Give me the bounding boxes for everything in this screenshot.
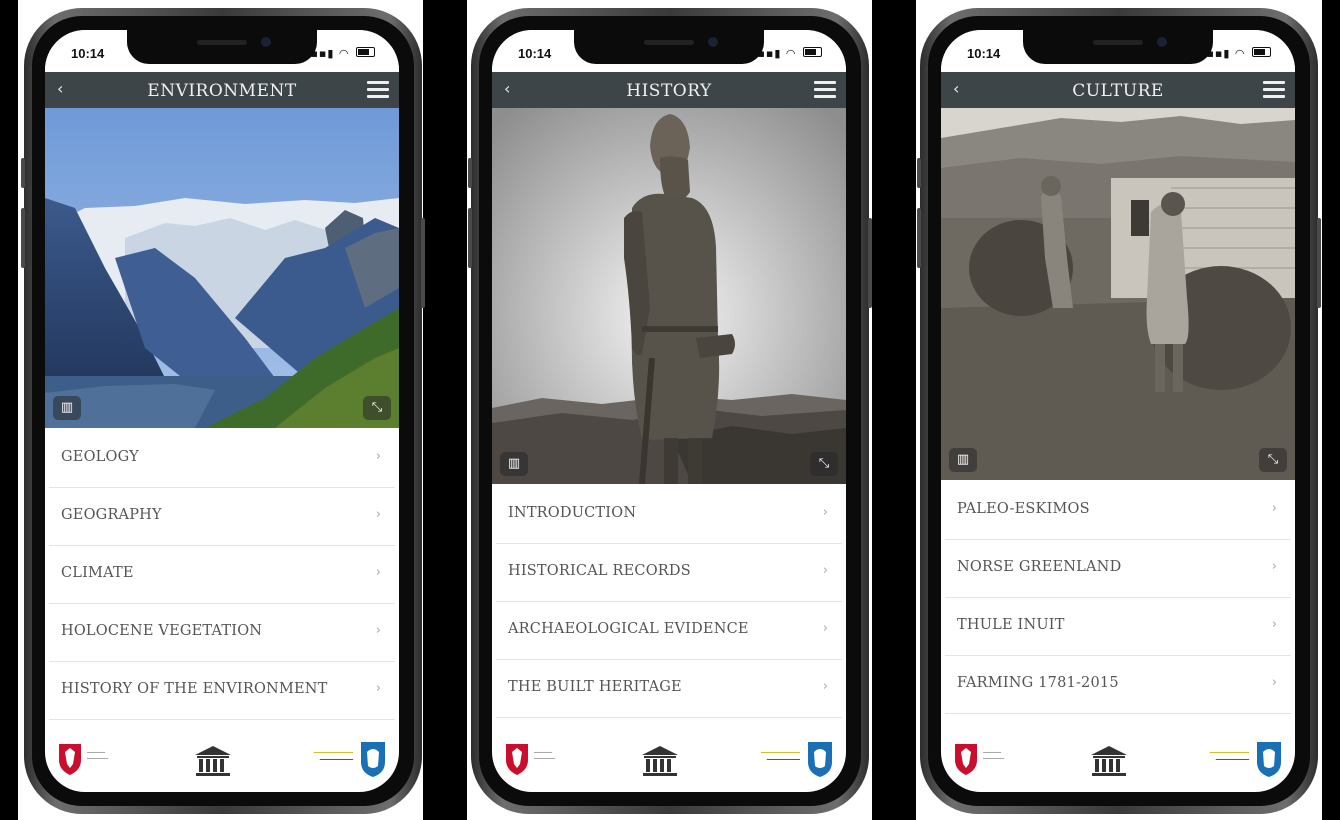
- sponsor-footer: ━━━━━━ ━━━━━━━ ━━━━━━━━━━━━━ ━━━━━━━━━━━: [45, 736, 399, 786]
- nav-bar: ‹ ENVIRONMENT: [45, 72, 399, 108]
- expand-icon[interactable]: ⤡: [1259, 448, 1287, 472]
- nav-bar: ‹ CULTURE: [941, 72, 1295, 108]
- university-shield-logo: [59, 744, 81, 775]
- status-time: 10:14: [967, 46, 1001, 61]
- map-book-icon[interactable]: ▥: [500, 452, 528, 476]
- chevron-right-icon: ›: [375, 449, 381, 464]
- menu-item-paleo-eskimos[interactable]: PALEO-ESKIMOS ›: [945, 482, 1291, 540]
- screen: 10:14 ▪▪▮ ◠ ‹ CULTURE ▥ ⤡ PALEO-ESKIMOS …: [941, 30, 1295, 792]
- status-time: 10:14: [71, 46, 105, 61]
- chevron-right-icon: ›: [1271, 559, 1277, 574]
- menu-item-archaeological-evidence[interactable]: ARCHAEOLOGICAL EVIDENCE ›: [496, 602, 842, 660]
- government-greenland-logo: [1257, 742, 1281, 777]
- menu-list: INTRODUCTION › HISTORICAL RECORDS › ARCHAE…: [492, 486, 846, 718]
- page-title: ENVIRONMENT: [147, 81, 297, 101]
- unesco-logo: [642, 746, 678, 776]
- chevron-right-icon: ›: [375, 565, 381, 580]
- expand-icon[interactable]: ⤡: [810, 452, 838, 476]
- menu-item-climate[interactable]: CLIMATE ›: [49, 546, 395, 604]
- chevron-right-icon: ›: [1271, 617, 1277, 632]
- menu-list: PALEO-ESKIMOS › NORSE GREENLAND › THULE IN…: [941, 482, 1295, 714]
- fjord-landscape-image: [45, 108, 399, 428]
- screen: 10:14 ▪▪▮ ◠ ‹ ENVIRONMENT ▥ ⤡ GEOLOGY › …: [45, 30, 399, 792]
- menu-list: GEOLOGY › GEOGRAPHY › CLIMATE › HOLOCENE VE…: [45, 430, 399, 720]
- hero-image-statue: ▥ ⤡: [492, 108, 846, 484]
- phone-environment: 10:14 ▪▪▮ ◠ ‹ ENVIRONMENT ▥ ⤡ GEOLOGY › …: [21, 8, 425, 814]
- haymaking-photo-image: [941, 108, 1295, 480]
- university-shield-logo: [955, 744, 977, 775]
- government-logo-text: ━━━━━━━━━━━━━ ━━━━━━━━━━━: [1209, 750, 1249, 763]
- government-greenland-logo: [361, 742, 385, 777]
- hamburger-menu-icon[interactable]: [814, 81, 836, 99]
- sponsor-footer: ━━━━━━ ━━━━━━━ ━━━━━━━━━━━━━ ━━━━━━━━━━━: [492, 736, 846, 786]
- university-logo-text: ━━━━━━ ━━━━━━━: [983, 750, 1005, 762]
- sponsor-footer: ━━━━━━ ━━━━━━━ ━━━━━━━━━━━━━ ━━━━━━━━━━━: [941, 736, 1295, 786]
- expand-icon[interactable]: ⤡: [363, 396, 391, 420]
- unesco-logo: [1091, 746, 1127, 776]
- menu-item-farming[interactable]: FARMING 1781-2015 ›: [945, 656, 1291, 714]
- menu-item-geography[interactable]: GEOGRAPHY ›: [49, 488, 395, 546]
- university-shield-logo: [506, 744, 528, 775]
- menu-item-built-heritage[interactable]: THE BUILT HERITAGE ›: [496, 660, 842, 718]
- chevron-right-icon: ›: [822, 563, 828, 578]
- menu-item-history-of-environment[interactable]: HISTORY OF THE ENVIRONMENT ›: [49, 662, 395, 720]
- chevron-right-icon: ›: [1271, 675, 1277, 690]
- menu-item-geology[interactable]: GEOLOGY ›: [49, 430, 395, 488]
- chevron-right-icon: ›: [822, 505, 828, 520]
- chevron-right-icon: ›: [1271, 501, 1277, 516]
- phone-culture: 10:14 ▪▪▮ ◠ ‹ CULTURE ▥ ⤡ PALEO-ESKIMOS …: [917, 8, 1321, 814]
- signal-wifi-battery-icon: ▪▪▮ ◠: [1206, 47, 1271, 60]
- chevron-right-icon: ›: [822, 679, 828, 694]
- menu-item-thule-inuit[interactable]: THULE INUIT ›: [945, 598, 1291, 656]
- page-title: HISTORY: [626, 81, 712, 101]
- government-logo-text: ━━━━━━━━━━━━━ ━━━━━━━━━━━: [760, 750, 800, 763]
- government-greenland-logo: [808, 742, 832, 777]
- menu-item-introduction[interactable]: INTRODUCTION ›: [496, 486, 842, 544]
- screen: 10:14 ▪▪▮ ◠ ‹ HISTORY ▥ ⤡ INTRODUCTION ›…: [492, 30, 846, 792]
- menu-item-historical-records[interactable]: HISTORICAL RECORDS ›: [496, 544, 842, 602]
- chevron-right-icon: ›: [375, 623, 381, 638]
- map-book-icon[interactable]: ▥: [53, 396, 81, 420]
- chevron-right-icon: ›: [375, 507, 381, 522]
- unesco-logo: [195, 746, 231, 776]
- page-title: CULTURE: [1072, 81, 1164, 101]
- phone-history: 10:14 ▪▪▮ ◠ ‹ HISTORY ▥ ⤡ INTRODUCTION ›…: [468, 8, 872, 814]
- hero-image-fjord: ▥ ⤡: [45, 108, 399, 428]
- map-book-icon[interactable]: ▥: [949, 448, 977, 472]
- hamburger-menu-icon[interactable]: [1263, 81, 1285, 99]
- norse-statue-image: [492, 108, 846, 484]
- chevron-right-icon: ›: [375, 681, 381, 696]
- hero-image-haymaking: ▥ ⤡: [941, 108, 1295, 480]
- menu-item-norse-greenland[interactable]: NORSE GREENLAND ›: [945, 540, 1291, 598]
- signal-wifi-battery-icon: ▪▪▮ ◠: [310, 47, 375, 60]
- chevron-right-icon: ›: [822, 621, 828, 636]
- hamburger-menu-icon[interactable]: [367, 81, 389, 99]
- status-time: 10:14: [518, 46, 552, 61]
- university-logo-text: ━━━━━━ ━━━━━━━: [87, 750, 109, 762]
- university-logo-text: ━━━━━━ ━━━━━━━: [534, 750, 556, 762]
- government-logo-text: ━━━━━━━━━━━━━ ━━━━━━━━━━━: [313, 750, 353, 763]
- signal-wifi-battery-icon: ▪▪▮ ◠: [757, 47, 822, 60]
- nav-bar: ‹ HISTORY: [492, 72, 846, 108]
- menu-item-holocene-vegetation[interactable]: HOLOCENE VEGETATION ›: [49, 604, 395, 662]
